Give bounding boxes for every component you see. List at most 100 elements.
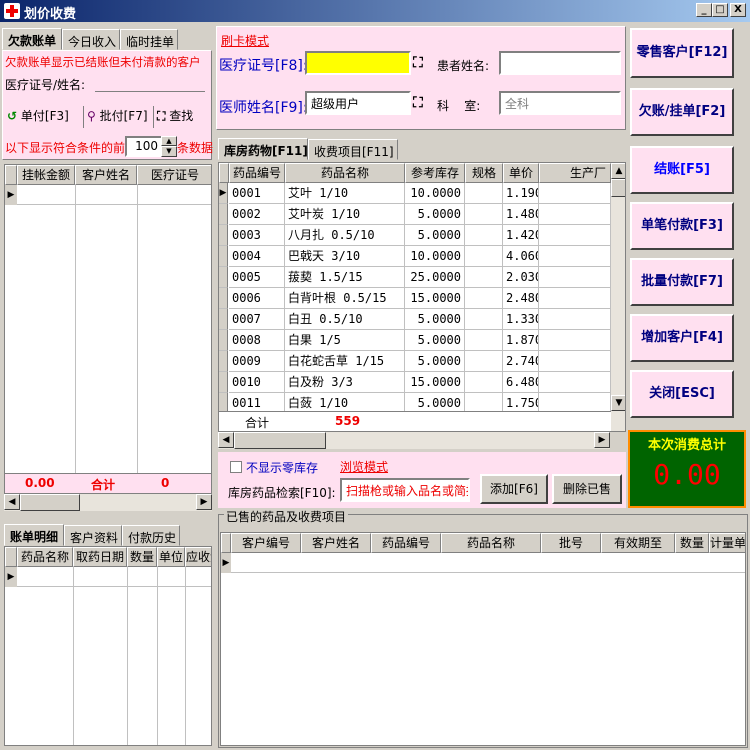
col-unit[interactable]: 单位 — [157, 547, 185, 567]
binoculars-icon[interactable]: ⛶ — [413, 95, 423, 111]
drug-cell[interactable]: 1.870 — [503, 330, 539, 351]
single-pay-button[interactable]: ↺ 单付[F3] — [7, 106, 77, 128]
spin-up-icon[interactable]: ▲ — [161, 136, 177, 146]
drug-cell[interactable]: 0009 — [229, 351, 285, 372]
drug-cell[interactable] — [539, 267, 611, 288]
drug-cell[interactable]: 0001 — [229, 183, 285, 204]
drug-cell[interactable]: 0007 — [229, 309, 285, 330]
drug-cell[interactable]: 1.190 — [503, 183, 539, 204]
card-no-input[interactable] — [305, 51, 411, 75]
col-drug-code[interactable]: 药品编号 — [229, 163, 285, 183]
table-row[interactable] — [231, 553, 745, 573]
debt-hscrollbar[interactable]: ◀ ▶ — [4, 494, 212, 511]
col-quantity[interactable]: 数量 — [675, 533, 709, 553]
drug-cell[interactable]: 4.060 — [503, 246, 539, 267]
col-debt-amount[interactable]: 挂帐金额 — [17, 165, 75, 185]
col-receivable[interactable]: 应收金 — [185, 547, 211, 567]
drug-cell[interactable]: 0004 — [229, 246, 285, 267]
delete-sold-button[interactable]: 删除已售 — [552, 474, 622, 504]
tab-debt-bills[interactable]: 欠款账单 — [2, 28, 62, 50]
tab-customer-info[interactable]: 客户资料 — [64, 525, 122, 546]
row-selector[interactable] — [219, 351, 228, 372]
row-selector[interactable] — [219, 225, 228, 246]
row-selector[interactable] — [219, 204, 228, 225]
drug-cell[interactable]: 10.0000 — [405, 246, 465, 267]
table-row[interactable] — [17, 185, 211, 205]
drug-cell[interactable] — [539, 309, 611, 330]
drug-cell[interactable]: 5.0000 — [405, 225, 465, 246]
add-customer-button[interactable]: 增加客户[F4] — [630, 314, 734, 362]
col-measure-unit[interactable]: 计量单 — [709, 533, 745, 553]
col-manufacturer[interactable]: 生产厂 — [539, 163, 611, 183]
col-expiry[interactable]: 有效期至 — [601, 533, 675, 553]
col-batch-no[interactable]: 批号 — [541, 533, 601, 553]
spin-down-icon[interactable]: ▼ — [161, 146, 177, 157]
drug-cell[interactable] — [465, 351, 503, 372]
col-drug-name[interactable]: 药品名称 — [441, 533, 541, 553]
close-esc-button[interactable]: 关闭[ESC] — [630, 370, 734, 418]
drug-cell[interactable] — [539, 204, 611, 225]
drug-cell[interactable]: 白花蛇舌草 1/15 — [285, 351, 405, 372]
drug-cell[interactable]: 0002 — [229, 204, 285, 225]
col-customer-name[interactable]: 客户姓名 — [301, 533, 371, 553]
col-spec[interactable]: 规格 — [465, 163, 503, 183]
col-quantity[interactable]: 数量 — [127, 547, 157, 567]
minimize-button[interactable]: _ — [696, 3, 712, 17]
drug-cell[interactable] — [539, 288, 611, 309]
drug-cell[interactable] — [539, 183, 611, 204]
scroll-right-icon[interactable]: ▶ — [594, 432, 610, 448]
scroll-thumb[interactable] — [234, 432, 326, 449]
retail-customer-button[interactable]: 零售客户[F12] — [630, 28, 734, 78]
drug-cell[interactable]: 0006 — [229, 288, 285, 309]
drug-cell[interactable] — [465, 288, 503, 309]
row-selector[interactable] — [219, 246, 228, 267]
drug-cell[interactable] — [465, 225, 503, 246]
patient-name-input[interactable] — [499, 51, 621, 75]
tab-temp-orders[interactable]: 临时挂单 — [120, 29, 178, 50]
drug-cell[interactable] — [465, 204, 503, 225]
scroll-thumb[interactable] — [20, 494, 80, 511]
col-customer-name[interactable]: 客户姓名 — [75, 165, 137, 185]
drug-cell[interactable]: 1.480 — [503, 204, 539, 225]
drug-cell[interactable] — [465, 183, 503, 204]
scroll-left-icon[interactable]: ◀ — [4, 494, 20, 510]
drug-cell[interactable]: 2.480 — [503, 288, 539, 309]
doctor-name-input[interactable]: 超级用户 — [305, 91, 411, 115]
scroll-down-icon[interactable]: ▼ — [611, 395, 625, 411]
no-zero-stock-checkbox[interactable] — [230, 461, 242, 473]
limit-spinner-input[interactable]: 100 — [125, 136, 163, 157]
col-pickup-date[interactable]: 取药日期 — [73, 547, 127, 567]
drug-cell[interactable]: 25.0000 — [405, 267, 465, 288]
bill-detail-grid[interactable]: 药品名称 取药日期 数量 单位 应收金 ▶ — [4, 546, 212, 746]
drug-cell[interactable]: 15.0000 — [405, 288, 465, 309]
tab-warehouse-drugs[interactable]: 库房药物[F11] — [218, 138, 308, 160]
checkout-button[interactable]: 结账[F5] — [630, 146, 734, 194]
drug-cell[interactable]: 0008 — [229, 330, 285, 351]
batch-pay-button[interactable]: ⚲ 批付[F7] — [83, 106, 153, 128]
single-payment-button[interactable]: 单笔付款[F3] — [630, 202, 734, 250]
row-selector[interactable] — [219, 330, 228, 351]
drug-cell[interactable] — [465, 267, 503, 288]
col-drug-name[interactable]: 药品名称 — [17, 547, 73, 567]
drug-cell[interactable]: 10.0000 — [405, 183, 465, 204]
drug-cell[interactable] — [539, 330, 611, 351]
row-selector[interactable] — [219, 288, 228, 309]
drug-cell[interactable]: 5.0000 — [405, 309, 465, 330]
drug-cell[interactable]: 5.0000 — [405, 204, 465, 225]
debt-order-button[interactable]: 欠账/挂单[F2] — [630, 88, 734, 136]
drug-cell[interactable]: 5.0000 — [405, 351, 465, 372]
drug-cell[interactable] — [465, 246, 503, 267]
col-customer-code[interactable]: 客户编号 — [231, 533, 301, 553]
drug-cell[interactable]: 2.030 — [503, 267, 539, 288]
tab-fee-items[interactable]: 收费项目[F11] — [308, 139, 398, 160]
drug-cell[interactable]: 2.740 — [503, 351, 539, 372]
close-button[interactable]: X — [730, 3, 746, 17]
col-ref-stock[interactable]: 参考库存 — [405, 163, 465, 183]
scroll-up-icon[interactable]: ▲ — [611, 163, 625, 179]
drug-cell[interactable]: 6.480 — [503, 372, 539, 393]
scroll-right-icon[interactable]: ▶ — [196, 494, 212, 510]
dept-input[interactable]: 全科 — [499, 91, 621, 115]
batch-payment-button[interactable]: 批量付款[F7] — [630, 258, 734, 306]
row-selector[interactable] — [219, 309, 228, 330]
maximize-button[interactable]: □ — [712, 3, 728, 17]
